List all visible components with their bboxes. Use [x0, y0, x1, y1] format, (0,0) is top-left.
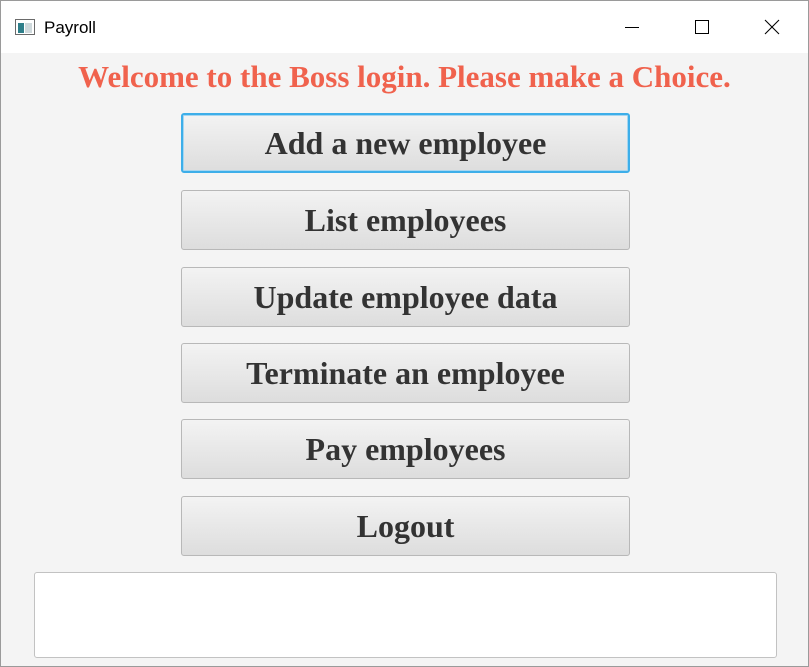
- minimize-icon: [625, 27, 639, 28]
- close-button[interactable]: [749, 1, 795, 53]
- maximize-button[interactable]: [679, 1, 725, 53]
- payroll-window: Payroll Welcome to the Boss login. Pleas…: [0, 0, 809, 667]
- window-title: Payroll: [44, 18, 96, 37]
- list-employees-button[interactable]: List employees: [181, 190, 630, 250]
- title-bar[interactable]: Payroll: [1, 1, 808, 53]
- add-employee-button[interactable]: Add a new employee: [181, 113, 630, 173]
- application-window-icon: [15, 19, 35, 35]
- pay-employees-button[interactable]: Pay employees: [181, 419, 630, 479]
- close-icon: [764, 19, 780, 35]
- output-text-area[interactable]: [34, 572, 777, 658]
- maximize-icon: [695, 20, 709, 34]
- logout-button[interactable]: Logout: [181, 496, 630, 556]
- welcome-heading: Welcome to the Boss login. Please make a…: [78, 59, 731, 94]
- minimize-button[interactable]: [609, 1, 655, 53]
- update-employee-button[interactable]: Update employee data: [181, 267, 630, 327]
- terminate-employee-button[interactable]: Terminate an employee: [181, 343, 630, 403]
